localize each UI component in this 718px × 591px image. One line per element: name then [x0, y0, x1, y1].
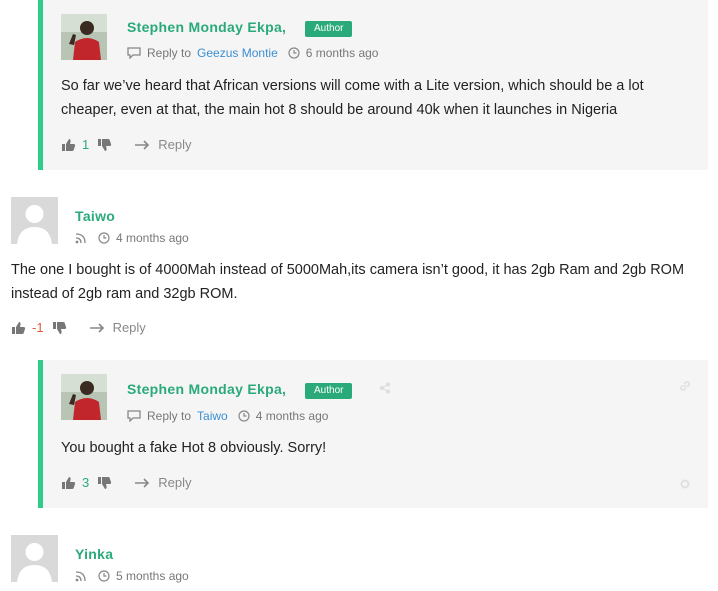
comment-meta: 5 months ago: [75, 569, 189, 583]
comment-time[interactable]: 4 months ago: [256, 409, 329, 423]
comment-actions: 1 Reply: [61, 137, 191, 152]
author-name[interactable]: Stephen Monday Ekpa,: [127, 381, 286, 397]
author-name[interactable]: Taiwo: [75, 208, 115, 224]
thumbs-up-icon[interactable]: [11, 321, 26, 335]
comment-time[interactable]: 4 months ago: [116, 231, 189, 245]
comment-meta: 4 months ago: [75, 231, 189, 245]
clock-icon: [98, 570, 110, 582]
comment-body: You bought a fake Hot 8 obviously. Sorry…: [61, 440, 327, 456]
comment-meta: Reply to Geezus Montie 6 months ago: [127, 46, 378, 60]
reply-to-link[interactable]: Taiwo: [197, 409, 228, 423]
vote-count: 1: [82, 137, 90, 152]
author-badge: Author: [305, 21, 353, 37]
reply-to-link[interactable]: Geezus Montie: [197, 46, 278, 60]
author-name[interactable]: Stephen Monday Ekpa,: [127, 19, 286, 35]
thumbs-down-icon[interactable]: [97, 138, 112, 152]
reply-button[interactable]: Reply: [89, 320, 146, 335]
comment-time[interactable]: 6 months ago: [306, 46, 379, 60]
thumbs-down-icon[interactable]: [52, 321, 67, 335]
clock-icon: [98, 232, 110, 244]
person-photo-icon: [61, 14, 107, 60]
comment-reply-1: Stephen Monday Ekpa, Author Reply to Gee…: [38, 0, 708, 170]
reply-bubble-icon: [127, 47, 141, 59]
author-avatar[interactable]: [61, 374, 107, 420]
comment-body: The one I bought is of 4000Mah instead o…: [11, 262, 685, 302]
default-avatar[interactable]: [11, 535, 58, 582]
author-avatar[interactable]: [61, 14, 107, 60]
reply-to-label: Reply to: [147, 46, 192, 60]
reply-button[interactable]: Reply: [134, 137, 191, 152]
comment-actions: -1 Reply: [11, 320, 146, 335]
reply-label: Reply: [112, 320, 146, 335]
clock-icon: [238, 410, 250, 422]
user-silhouette-icon: [11, 197, 58, 244]
thumbs-down-icon[interactable]: [97, 476, 112, 490]
comment-taiwo: Taiwo 4 months ago The one I bought is o…: [0, 190, 718, 350]
vote-count: -1: [32, 320, 44, 335]
rss-icon[interactable]: [75, 232, 86, 244]
comment-meta: Reply to Taiwo 4 months ago: [127, 409, 328, 423]
author-badge: Author: [305, 383, 353, 399]
share-icon[interactable]: [379, 382, 391, 394]
reply-bubble-icon: [127, 410, 141, 422]
person-photo-icon: [61, 374, 107, 420]
rss-icon[interactable]: [75, 570, 86, 582]
reply-button[interactable]: Reply: [134, 475, 191, 490]
reply-arrow-icon: [135, 139, 150, 150]
vote-count: 3: [82, 475, 90, 490]
thumbs-up-icon[interactable]: [61, 476, 76, 490]
default-avatar[interactable]: [11, 197, 58, 244]
author-name[interactable]: Yinka: [75, 546, 113, 562]
reply-label: Reply: [158, 475, 192, 490]
settings-icon[interactable]: [679, 478, 691, 490]
comment-actions: 3 Reply: [61, 475, 191, 490]
comment-reply-2: Stephen Monday Ekpa, Author Reply to Tai…: [38, 360, 708, 508]
clock-icon: [288, 47, 300, 59]
comment-body: So far we’ve heard that African versions…: [61, 78, 644, 118]
reply-label: Reply: [158, 137, 192, 152]
reply-arrow-icon: [89, 322, 104, 333]
comment-time[interactable]: 5 months ago: [116, 569, 189, 583]
thumbs-up-icon[interactable]: [61, 138, 76, 152]
reply-arrow-icon: [135, 477, 150, 488]
user-silhouette-icon: [11, 535, 58, 582]
comment-yinka: Yinka 5 months ago: [0, 528, 718, 591]
reply-to-label: Reply to: [147, 409, 192, 423]
link-icon[interactable]: [679, 380, 691, 392]
